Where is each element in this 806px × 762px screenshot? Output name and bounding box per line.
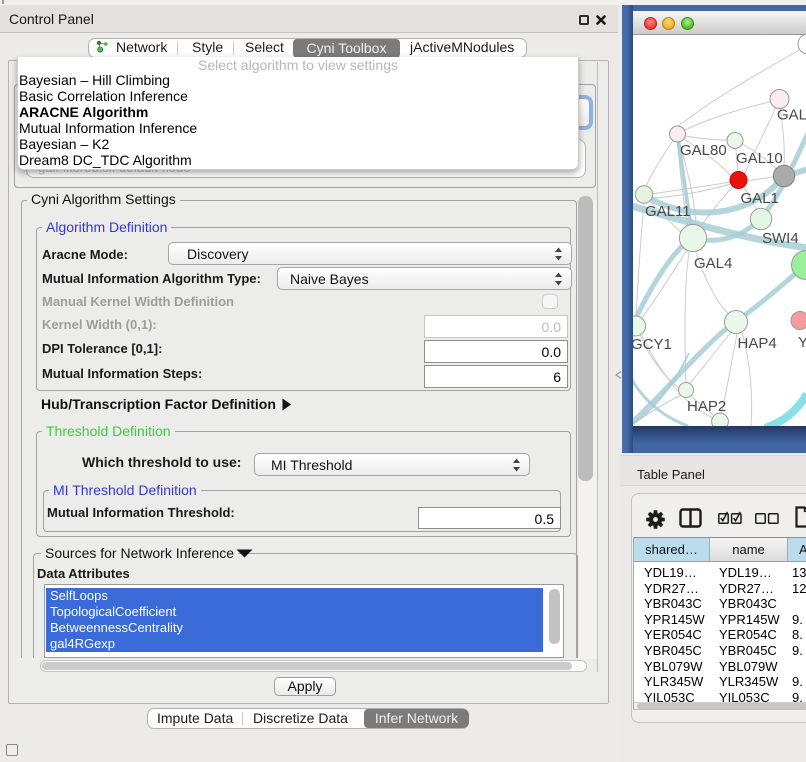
svg-text:HAP4: HAP4 <box>738 335 777 352</box>
svg-text:Y: Y <box>798 334 806 351</box>
svg-text:GAL1: GAL1 <box>741 190 779 207</box>
svg-text:GAL: GAL <box>777 107 806 124</box>
svg-text:SWI4: SWI4 <box>762 230 799 247</box>
svg-text:GAL10: GAL10 <box>736 150 783 167</box>
svg-text:GAL80: GAL80 <box>680 142 727 159</box>
svg-text:HAP2: HAP2 <box>687 398 726 415</box>
svg-text:GAL11: GAL11 <box>645 203 691 220</box>
svg-text:GCY1: GCY1 <box>633 336 672 353</box>
svg-text:GAL4: GAL4 <box>694 255 732 272</box>
